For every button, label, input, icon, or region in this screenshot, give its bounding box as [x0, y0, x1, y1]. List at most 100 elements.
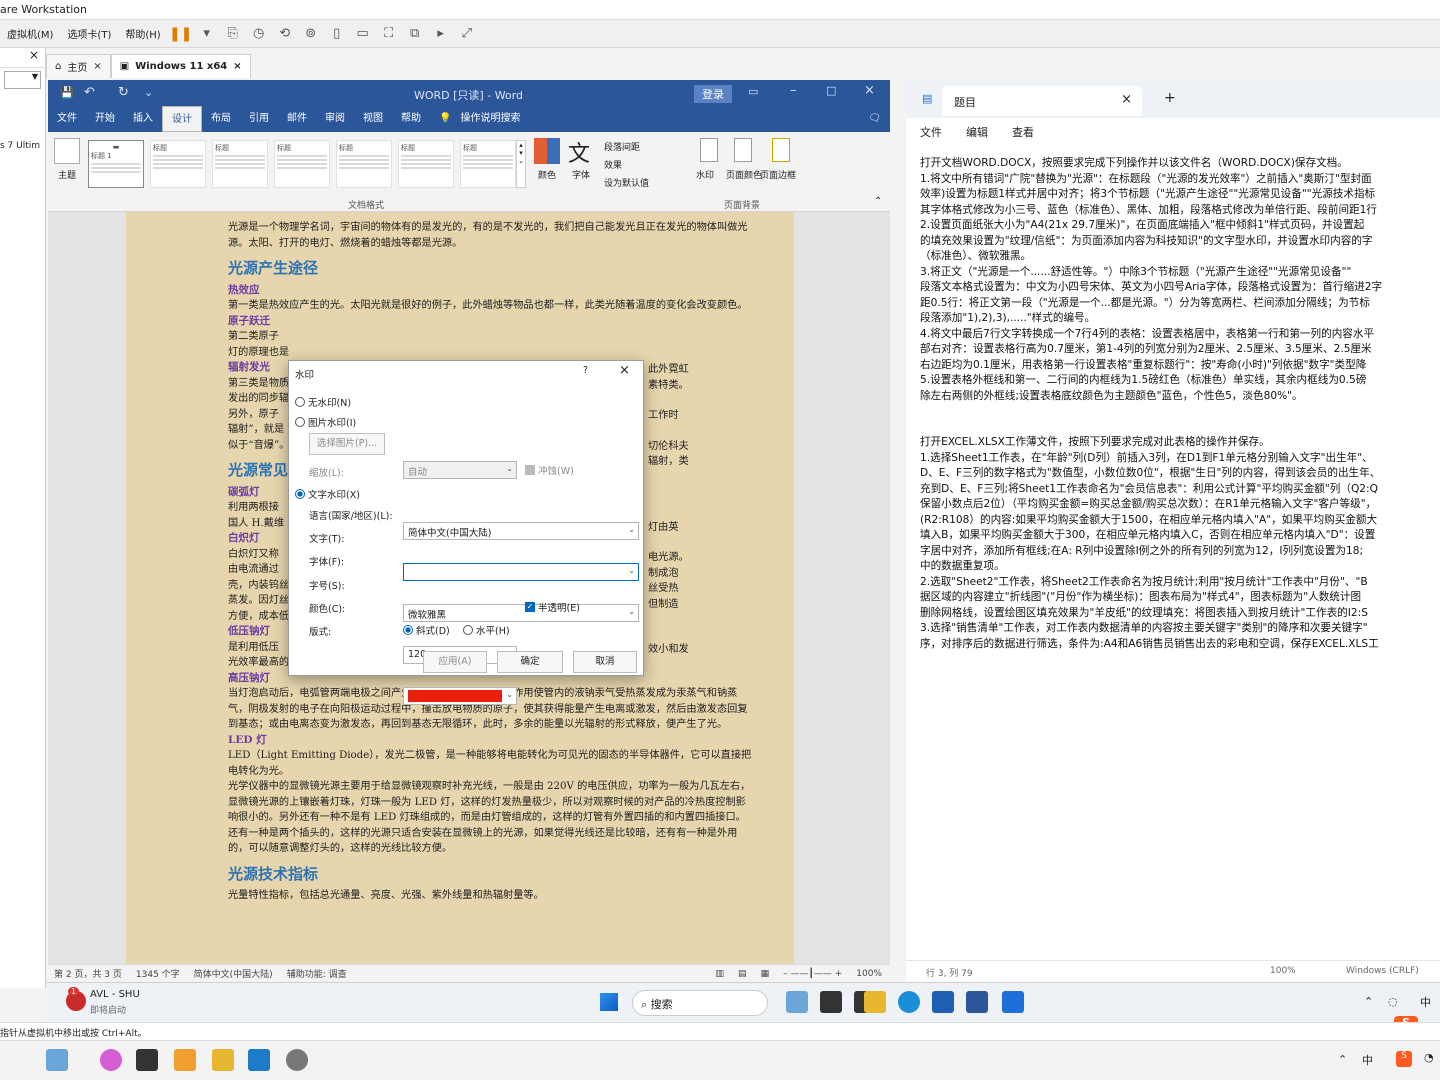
tab-view[interactable]: 视图 [354, 106, 392, 132]
tell-me-search[interactable]: 操作说明搜索 [460, 106, 529, 132]
redo-icon[interactable]: ↻ [118, 85, 129, 100]
fullscreen-icon[interactable]: ⛶ [379, 25, 399, 43]
tab-home[interactable]: 开始 [86, 106, 124, 132]
tab-insert[interactable]: 插入 [124, 106, 162, 132]
chevron-up-icon[interactable]: ⌃ [1338, 1053, 1347, 1066]
style-gallery-item[interactable]: 标题 [398, 140, 454, 188]
style-gallery-item[interactable]: 标题 [460, 140, 516, 188]
menu-help[interactable]: 帮助(H) [118, 26, 167, 41]
comments-icon[interactable]: 🗨 [859, 106, 890, 132]
style-gallery-item[interactable]: 标题 [336, 140, 392, 188]
style-gallery-item[interactable]: ▬ 标题 1 [88, 140, 144, 188]
web-layout-icon[interactable]: ▦ [761, 969, 770, 979]
close-icon[interactable]: × [93, 61, 101, 72]
app-name[interactable]: AVL - SHU [90, 989, 140, 1000]
task-view-icon[interactable] [820, 991, 842, 1013]
edge-icon[interactable] [898, 991, 920, 1013]
undo-icon[interactable]: ↶ [84, 85, 95, 100]
pause-icon[interactable]: ❚❚ [169, 25, 192, 43]
fonts-icon[interactable]: 文 [568, 136, 590, 168]
language-status[interactable]: 简体中文(中国大陆) [194, 967, 273, 980]
page-border-icon[interactable] [772, 138, 790, 162]
theme-icon[interactable] [54, 138, 80, 164]
colors-icon[interactable] [534, 138, 560, 164]
library-item[interactable]: s 7 Ultim [0, 141, 45, 151]
watermark-icon[interactable] [700, 138, 718, 162]
cancel-button[interactable]: 取消 [573, 651, 637, 673]
semitransparent-checkbox[interactable]: ✓ 半透明(E) [525, 600, 580, 614]
style-gallery-item[interactable]: 标题 [150, 140, 206, 188]
close-icon[interactable]: × [864, 83, 875, 98]
menu-view[interactable]: 查看 [1012, 124, 1034, 140]
vmware-icon[interactable] [248, 1049, 270, 1071]
tab-file[interactable]: 文件 [48, 106, 86, 132]
gallery-scroll[interactable]: ▴ ▾ ⌄ [516, 140, 526, 188]
tab-home[interactable]: ⌂ 主页 × [46, 54, 111, 78]
watermark-button[interactable]: 水印 [696, 168, 714, 181]
notepad-text-area[interactable]: 打开文档WORD.DOCX，按照要求完成下列操作并以该文件名（WORD.DOCX… [920, 156, 1440, 956]
picture-watermark-option[interactable]: 图片水印(I) [295, 415, 356, 429]
library-dropdown[interactable]: ▼ [4, 71, 41, 89]
page-count[interactable]: 第 2 页，共 3 页 [54, 967, 122, 980]
set-default-button[interactable]: 设为默认值 [604, 176, 649, 189]
style-gallery-item[interactable]: 标题 [212, 140, 268, 188]
word-count[interactable]: 1345 个字 [136, 967, 180, 980]
input-method-icon[interactable]: S [1396, 1051, 1412, 1067]
text-combobox[interactable]: ⌄ [403, 563, 639, 581]
manage-snapshot-icon[interactable]: ⊚ [301, 25, 321, 43]
ime-indicator[interactable]: 中 [1420, 994, 1431, 1010]
color-select[interactable]: ⌄ [403, 687, 517, 705]
page-color-icon[interactable] [734, 138, 752, 162]
menu-tabs[interactable]: 选项卡(T) [60, 26, 118, 41]
tab-review[interactable]: 审阅 [316, 106, 354, 132]
tab-references[interactable]: 引用 [240, 106, 278, 132]
washout-checkbox[interactable]: 冲蚀(W) [525, 463, 574, 477]
tab-mailings[interactable]: 邮件 [278, 106, 316, 132]
file-explorer-icon[interactable] [212, 1049, 234, 1071]
wifi-icon[interactable]: ◔ [1424, 1051, 1434, 1064]
tab-active[interactable]: 题目 × [942, 86, 1142, 116]
page-color-button[interactable]: 页面颜色 [726, 168, 762, 181]
close-icon[interactable]: × [233, 61, 241, 72]
dropdown-icon[interactable]: ▾ [197, 25, 217, 43]
language-select[interactable]: 简体中文(中国大陆) ⌄ [403, 522, 639, 540]
store-icon[interactable] [932, 991, 954, 1013]
accessibility-status[interactable]: 辅助功能: 调查 [287, 967, 347, 980]
file-explorer-icon[interactable] [864, 991, 886, 1013]
page-border-button[interactable]: 页面边框 [760, 168, 796, 181]
widget-icon[interactable] [46, 1049, 68, 1071]
menu-file[interactable]: 文件 [920, 124, 942, 140]
app-icon[interactable] [174, 1049, 196, 1071]
start-icon[interactable] [600, 993, 618, 1011]
text-watermark-option[interactable]: 文字水印(X) [295, 487, 360, 501]
login-button[interactable]: 登录 [694, 85, 732, 103]
unity-icon[interactable]: ⧉ [405, 25, 425, 43]
fonts-button[interactable]: 字体 [572, 168, 590, 181]
style-gallery-item[interactable]: 标题 [274, 140, 330, 188]
no-watermark-option[interactable]: 无水印(N) [295, 395, 351, 409]
settings-gear-icon[interactable] [286, 1049, 308, 1071]
menu-edit[interactable]: 编辑 [966, 124, 988, 140]
ok-button[interactable]: 确定 [497, 651, 563, 673]
network-icon[interactable]: ◌ [1388, 995, 1398, 1008]
scale-select[interactable]: 自动 ⌄ [403, 461, 517, 479]
word-icon[interactable] [966, 991, 988, 1013]
tab-design[interactable]: 设计 [162, 106, 202, 132]
select-picture-button[interactable]: 选择图片(P)... [309, 433, 385, 455]
apply-button[interactable]: 应用(A) [423, 651, 487, 673]
terminal-icon[interactable] [136, 1049, 158, 1071]
help-button[interactable]: ? [583, 365, 588, 376]
ribbon-display-icon[interactable]: ▭ [748, 85, 758, 98]
customize-qat-icon[interactable]: ⌄ [144, 86, 153, 99]
menu-vm[interactable]: 虚拟机(M) [0, 26, 60, 41]
maximize-icon[interactable]: □ [826, 84, 836, 97]
new-tab-icon[interactable]: + [1164, 90, 1176, 106]
ime-indicator[interactable]: 中 [1362, 1052, 1373, 1068]
colors-button[interactable]: 颜色 [538, 168, 556, 181]
close-icon[interactable]: × [619, 363, 630, 378]
search-box[interactable]: ⌕ 搜索 [632, 990, 768, 1016]
notepad-icon[interactable] [1002, 991, 1024, 1013]
effects-button[interactable]: 效果 [604, 158, 622, 171]
thumbnail-icon[interactable]: ▭ [353, 25, 373, 43]
minimize-icon[interactable]: – [790, 83, 797, 98]
